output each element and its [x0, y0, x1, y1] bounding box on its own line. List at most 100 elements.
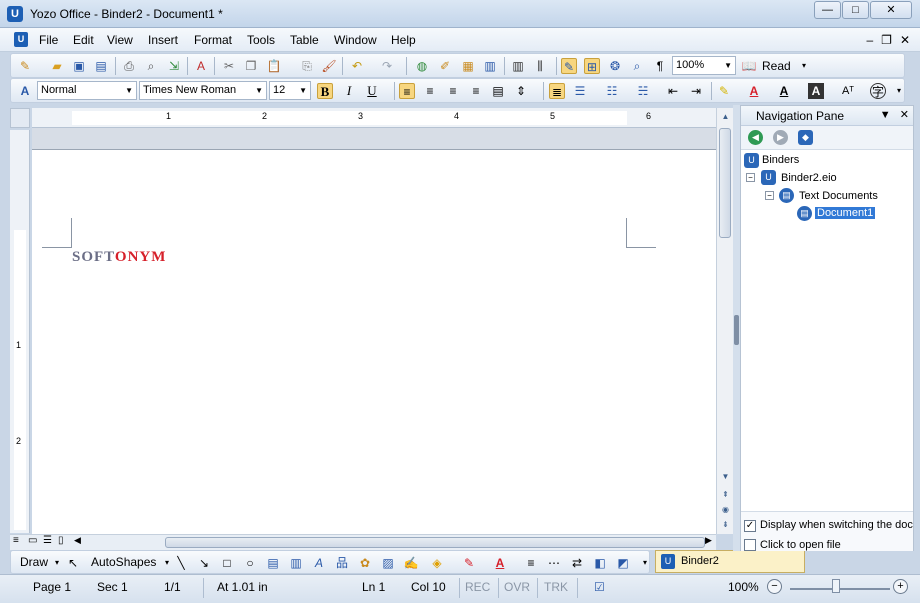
maximize-button[interactable]: □: [842, 1, 869, 19]
fill-color-icon[interactable]: ◈: [429, 555, 445, 571]
page-view-icon[interactable]: ▯: [58, 535, 64, 546]
numbering-icon[interactable]: ☷: [604, 83, 620, 99]
doc-minimize-button[interactable]: –: [866, 33, 873, 47]
line-style-icon[interactable]: ≡: [523, 555, 539, 571]
forward-icon[interactable]: ▶: [773, 130, 788, 145]
doc-close-button[interactable]: ✕: [900, 33, 910, 47]
cut-icon[interactable]: ✂: [221, 58, 237, 74]
scroll-right-icon[interactable]: ▶: [705, 535, 712, 546]
read-mode-button[interactable]: Read: [762, 59, 791, 73]
shadow-icon[interactable]: ◧: [592, 555, 608, 571]
tree-item-document1[interactable]: Document1: [815, 207, 876, 219]
increase-indent-icon[interactable]: ⇥: [688, 83, 704, 99]
line-color-icon[interactable]: ✎: [461, 555, 477, 571]
vertical-scrollbar[interactable]: ▲ ▼ ⇞ ◉ ⇟: [716, 108, 733, 534]
open-folder-icon[interactable]: ▰: [49, 58, 65, 74]
line-spacing-icon[interactable]: ⇕: [513, 83, 529, 99]
insert-sheet-icon[interactable]: ▥: [482, 58, 498, 74]
justify-icon[interactable]: ≡: [468, 83, 484, 99]
multilevel-list-icon[interactable]: ☵: [635, 83, 651, 99]
minimize-button[interactable]: —: [814, 1, 841, 19]
document-icon[interactable]: U: [14, 32, 28, 47]
zoom-slider-thumb[interactable]: [832, 579, 840, 593]
close-button[interactable]: ✕: [870, 1, 912, 19]
web-view-icon[interactable]: ▭: [28, 535, 37, 546]
style-combo[interactable]: Normal ▼: [37, 81, 137, 100]
tab-selector[interactable]: [10, 108, 30, 128]
select-pointer-icon[interactable]: ↖: [65, 555, 81, 571]
pane-menu-icon[interactable]: ▼: [880, 109, 891, 121]
print-preview-icon[interactable]: ⌕: [143, 58, 159, 74]
highlight-icon[interactable]: ✎: [716, 83, 732, 99]
pane-close-icon[interactable]: ✕: [900, 109, 909, 121]
redo-icon[interactable]: ↷: [379, 58, 395, 74]
tree-item-binders[interactable]: Binders: [762, 154, 799, 166]
paste-special-icon[interactable]: ⎘: [299, 58, 315, 74]
3d-icon[interactable]: ◩: [615, 555, 631, 571]
drawing-toolbar-toggle-icon[interactable]: ✎: [561, 58, 577, 74]
doc-restore-button[interactable]: ❐: [881, 33, 892, 47]
document-text[interactable]: SOFTONYM: [72, 249, 166, 266]
tree-item-binder2[interactable]: Binder2.eio: [781, 172, 837, 184]
align-center-icon[interactable]: ≡: [422, 83, 438, 99]
zoom-combo[interactable]: 100% ▼: [672, 56, 736, 75]
character-border-icon[interactable]: A: [776, 83, 792, 99]
save-icon[interactable]: ▣: [71, 58, 87, 74]
export-icon[interactable]: ⇲: [166, 58, 182, 74]
copy-icon[interactable]: ❐: [243, 58, 259, 74]
display-when-switching-checkbox[interactable]: ✓: [744, 520, 756, 532]
ellipse-icon[interactable]: ○: [242, 555, 258, 571]
menu-window[interactable]: Window: [334, 33, 377, 47]
zoom-in-icon[interactable]: +: [893, 579, 908, 594]
browse-object-icon[interactable]: ◉: [718, 503, 733, 517]
next-page-icon[interactable]: ⇟: [718, 518, 733, 532]
menu-table[interactable]: Table: [290, 33, 319, 47]
align-right-icon[interactable]: ≡: [445, 83, 461, 99]
zoom-out-icon[interactable]: −: [767, 579, 782, 594]
dropdown-arrow-icon[interactable]: ▾: [49, 555, 65, 571]
read-mode-icon[interactable]: 📖: [741, 58, 757, 74]
bold-button[interactable]: B: [317, 83, 333, 99]
enclosed-character-icon[interactable]: 字: [870, 83, 886, 99]
toolbar-overflow-icon[interactable]: ▾: [891, 83, 907, 99]
bullets-icon[interactable]: ☰: [572, 83, 588, 99]
menu-file[interactable]: File: [39, 33, 58, 47]
spell-status-icon[interactable]: ☑: [594, 580, 605, 594]
rectangle-icon[interactable]: □: [219, 555, 235, 571]
horizontal-ruler[interactable]: 1 2 3 4 5 6: [32, 108, 716, 128]
scroll-left-icon[interactable]: ◀: [74, 535, 81, 546]
scroll-thumb[interactable]: [719, 128, 731, 238]
dash-style-icon[interactable]: ⋯: [546, 555, 562, 571]
line-icon[interactable]: ╲: [173, 555, 189, 571]
font-color-icon[interactable]: A: [746, 83, 762, 99]
menu-format[interactable]: Format: [194, 33, 232, 47]
spell-check-icon[interactable]: A: [193, 58, 209, 74]
autoshapes-menu-button[interactable]: AutoShapes: [91, 555, 156, 569]
decrease-indent-icon[interactable]: ⇤: [665, 83, 681, 99]
text-color-icon[interactable]: A: [492, 555, 508, 571]
status-ovr[interactable]: OVR: [504, 580, 530, 594]
signature-icon[interactable]: ✍: [403, 555, 419, 571]
text-effects-icon[interactable]: Aᵀ: [840, 83, 856, 99]
undo-icon[interactable]: ↶: [349, 58, 365, 74]
clip-art-icon[interactable]: ✿: [357, 555, 373, 571]
show-marks-icon[interactable]: ¶: [652, 58, 668, 74]
navigation-pane-toggle-icon[interactable]: ⊞: [584, 58, 600, 74]
character-shading-icon[interactable]: A: [808, 83, 824, 99]
wordart-icon[interactable]: A: [311, 555, 327, 571]
find-icon[interactable]: ⌕: [629, 58, 645, 74]
menu-tools[interactable]: Tools: [247, 33, 275, 47]
back-icon[interactable]: ◀: [748, 130, 763, 145]
pane-splitter[interactable]: [733, 105, 740, 551]
org-chart-icon[interactable]: 品: [334, 555, 350, 571]
format-painter-icon[interactable]: 🖌: [321, 58, 337, 74]
save-as-icon[interactable]: ▤: [93, 58, 109, 74]
zoom-slider[interactable]: [790, 588, 890, 590]
menu-edit[interactable]: Edit: [73, 33, 94, 47]
insert-table-icon[interactable]: ▦: [460, 58, 476, 74]
font-size-combo[interactable]: 12 ▼: [269, 81, 311, 100]
underline-button[interactable]: U: [364, 83, 380, 99]
menu-help[interactable]: Help: [391, 33, 416, 47]
object-icon[interactable]: ❂: [607, 58, 623, 74]
status-trk[interactable]: TRK: [544, 580, 568, 594]
